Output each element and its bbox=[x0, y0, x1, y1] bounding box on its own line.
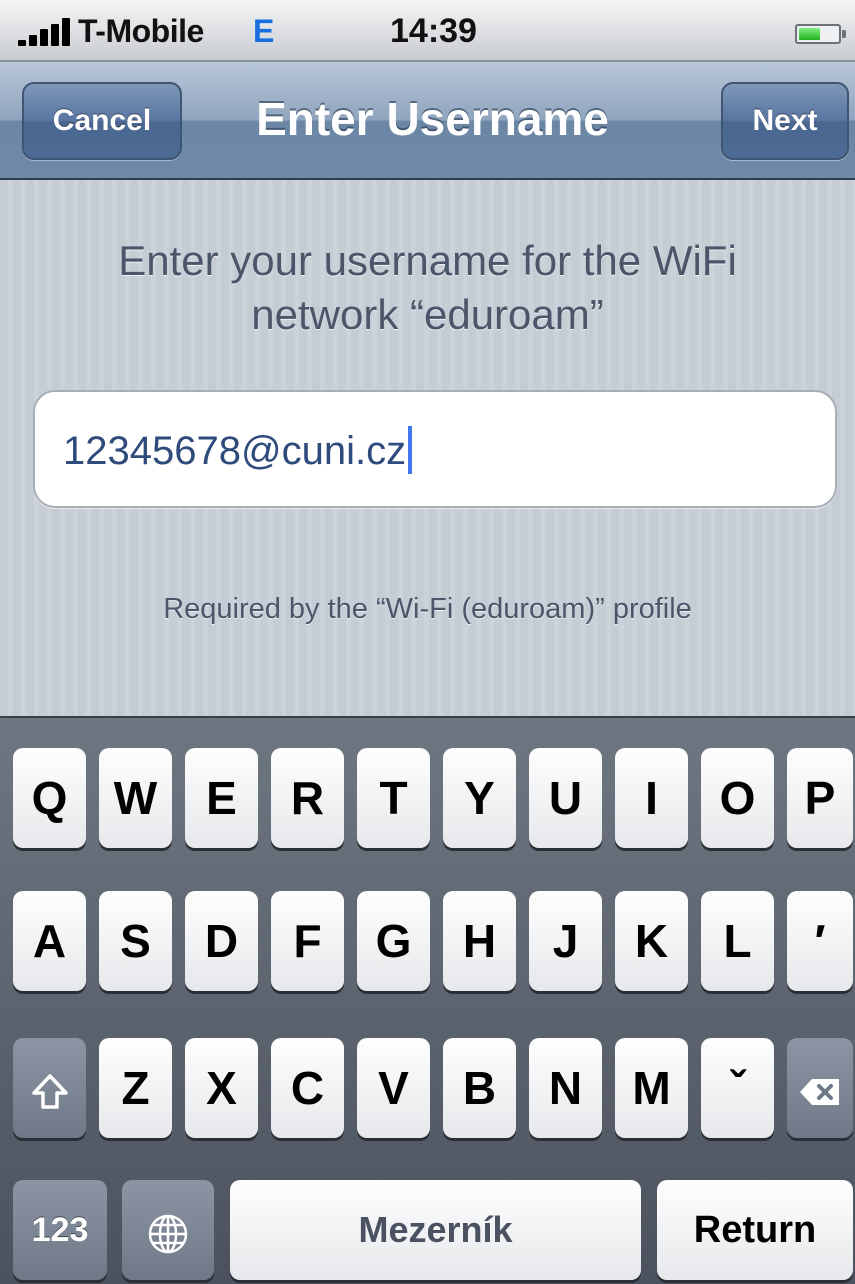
key-p[interactable]: P bbox=[787, 748, 853, 848]
key-t[interactable]: T bbox=[357, 748, 430, 848]
key-o[interactable]: O bbox=[701, 748, 774, 848]
key-f[interactable]: F bbox=[271, 891, 344, 991]
battery-icon bbox=[795, 24, 846, 44]
keyboard: Q W E R T Y U I O P A S D F G H J K L ′ … bbox=[0, 716, 855, 1284]
key-d[interactable]: D bbox=[185, 891, 258, 991]
content-area: Enter your username for the WiFi network… bbox=[0, 180, 855, 716]
key-y[interactable]: Y bbox=[443, 748, 516, 848]
username-text: 12345678@cuni.cz bbox=[63, 429, 407, 473]
key-g[interactable]: G bbox=[357, 891, 430, 991]
key-n[interactable]: N bbox=[529, 1038, 602, 1138]
backspace-icon bbox=[800, 1078, 839, 1105]
key-i[interactable]: I bbox=[615, 748, 688, 848]
page-title: Enter Username bbox=[256, 93, 609, 145]
network-type: E bbox=[253, 13, 275, 49]
space-key[interactable]: Mezerník bbox=[230, 1180, 641, 1280]
next-button[interactable]: Next bbox=[721, 82, 849, 160]
backspace-key[interactable] bbox=[787, 1038, 853, 1138]
numbers-key[interactable]: 123 bbox=[13, 1180, 107, 1280]
key-a[interactable]: A bbox=[13, 891, 86, 991]
key-prime[interactable]: ′ bbox=[787, 891, 853, 991]
globe-icon bbox=[148, 1214, 188, 1254]
shift-key[interactable] bbox=[13, 1038, 86, 1138]
globe-key[interactable] bbox=[122, 1180, 214, 1280]
key-e[interactable]: E bbox=[185, 748, 258, 848]
key-m[interactable]: M bbox=[615, 1038, 688, 1138]
username-field[interactable]: 12345678@cuni.cz bbox=[33, 390, 837, 508]
key-l[interactable]: L bbox=[701, 891, 774, 991]
instruction-text: Enter your username for the WiFi network… bbox=[118, 237, 737, 338]
key-u[interactable]: U bbox=[529, 748, 602, 848]
username-value: 12345678@cuni.cz bbox=[63, 426, 413, 474]
key-h[interactable]: H bbox=[443, 891, 516, 991]
navigation-bar: Cancel Enter Username Next bbox=[0, 62, 855, 180]
key-k[interactable]: K bbox=[615, 891, 688, 991]
key-v[interactable]: V bbox=[357, 1038, 430, 1138]
text-caret bbox=[408, 426, 413, 474]
key-z[interactable]: Z bbox=[99, 1038, 172, 1138]
key-j[interactable]: J bbox=[529, 891, 602, 991]
signal-strength-icon bbox=[18, 18, 72, 46]
screen: T-Mobile E 14:39 Cancel Enter Username N… bbox=[0, 0, 855, 1284]
shift-arrow-icon bbox=[31, 1074, 68, 1109]
status-bar: T-Mobile E 14:39 bbox=[0, 0, 855, 62]
status-time: 14:39 bbox=[390, 12, 477, 50]
return-key[interactable]: Return bbox=[657, 1180, 853, 1280]
key-x[interactable]: X bbox=[185, 1038, 258, 1138]
profile-note: Required by the “Wi-Fi (eduroam)” profil… bbox=[163, 593, 692, 625]
key-r[interactable]: R bbox=[271, 748, 344, 848]
key-w[interactable]: W bbox=[99, 748, 172, 848]
carrier-name: T-Mobile bbox=[78, 13, 204, 49]
cancel-button[interactable]: Cancel bbox=[22, 82, 182, 160]
key-q[interactable]: Q bbox=[13, 748, 86, 848]
key-caron[interactable]: ˇ bbox=[701, 1038, 774, 1138]
key-s[interactable]: S bbox=[99, 891, 172, 991]
key-b[interactable]: B bbox=[443, 1038, 516, 1138]
key-c[interactable]: C bbox=[271, 1038, 344, 1138]
